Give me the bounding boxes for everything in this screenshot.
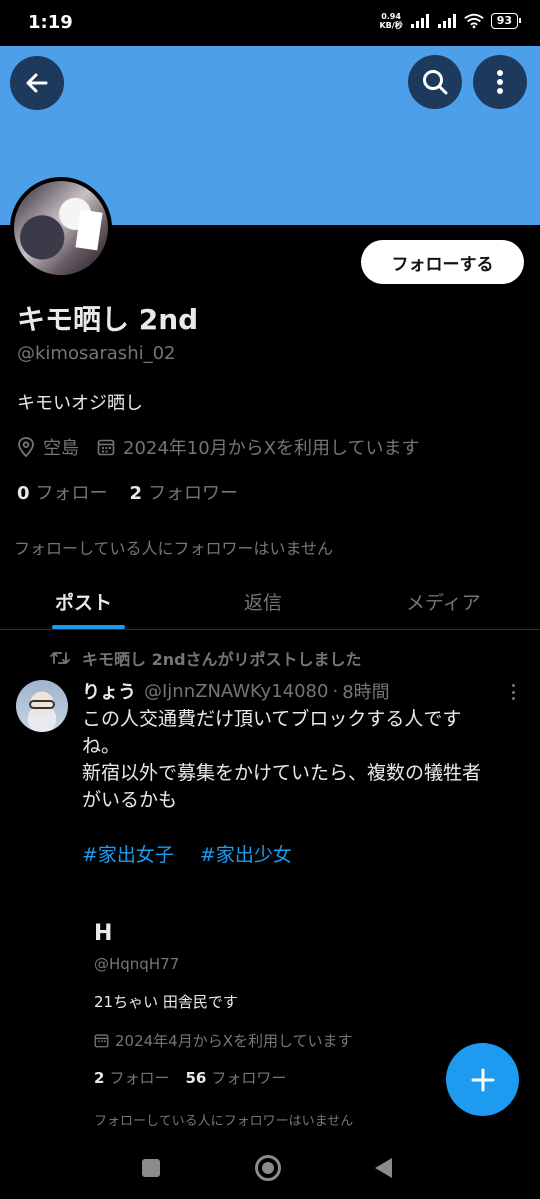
post-header: りょう @IjnnZNAWKy14080 · 8時間 xyxy=(82,678,390,704)
embedded-profile-bio: 21ちゃい 田舎民です xyxy=(94,993,238,1011)
system-nav-bar xyxy=(0,1140,540,1199)
compose-post-button[interactable] xyxy=(446,1043,519,1116)
net-speed: 0.94 KB/秒 xyxy=(379,12,402,30)
signal-icon xyxy=(410,14,429,28)
arrow-left-icon xyxy=(26,73,48,93)
calendar-icon xyxy=(94,1033,109,1048)
more-options-button[interactable] xyxy=(473,55,527,109)
no-mutual-followers-text: フォローしている人にフォロワーはいません xyxy=(14,539,334,558)
status-time: 1:19 xyxy=(28,12,73,33)
following-link[interactable]: 0 フォロー xyxy=(17,479,108,505)
status-icons: 0.94 KB/秒 93 xyxy=(379,12,522,30)
system-back-button[interactable] xyxy=(375,1158,392,1178)
post-author-name[interactable]: りょう xyxy=(82,678,136,704)
hashtag-link[interactable]: #家出少女 xyxy=(200,840,292,867)
tab-posts[interactable]: ポスト xyxy=(55,588,112,615)
search-icon xyxy=(423,70,448,95)
net-speed-unit: KB/秒 xyxy=(379,21,403,30)
home-button[interactable] xyxy=(255,1155,281,1181)
embedded-profile-joined: 2024年4月からXを利用しています xyxy=(115,1032,353,1050)
signal-icon-2 xyxy=(437,14,456,28)
following-label: フォロー xyxy=(35,483,108,504)
embedded-profile-handle: @HqnqH77 xyxy=(94,955,180,973)
profile-joined-date: 2024年10月からXを利用しています xyxy=(123,438,420,459)
follow-counts: 0 フォロー 2 フォロワー xyxy=(17,479,238,505)
post-more-icon[interactable] xyxy=(506,682,520,702)
plus-icon xyxy=(471,1068,494,1091)
active-tab-indicator xyxy=(52,625,125,629)
tab-replies[interactable]: 返信 xyxy=(244,588,282,615)
post-body-line: この人交通費だけ頂いてブロックする人です xyxy=(82,708,462,730)
post-body-line: 新宿以外で募集をかけていたら、複数の犠牲者 xyxy=(82,762,482,784)
battery-indicator: 93 xyxy=(490,13,522,29)
recent-apps-button[interactable] xyxy=(142,1159,160,1177)
embedded-followers-count: 56 xyxy=(185,1069,207,1087)
status-bar: 1:19 0.94 KB/秒 93 xyxy=(0,0,540,46)
profile-handle: @kimosarashi_02 xyxy=(17,343,176,364)
embedded-profile-meta: 2024年4月からXを利用しています xyxy=(94,1030,353,1051)
profile-meta: 空島 2024年10月からXを利用しています xyxy=(17,434,420,460)
post-author-avatar[interactable] xyxy=(16,680,68,732)
hashtag-link[interactable]: #家出女子 xyxy=(82,840,174,867)
profile-tabs: ポスト 返信 メディア xyxy=(0,572,540,630)
wifi-icon xyxy=(464,13,484,29)
embedded-following-label: フォロー xyxy=(109,1069,170,1087)
tab-media[interactable]: メディア xyxy=(406,588,481,615)
profile-display-name: キモ晒し 2nd xyxy=(17,303,199,336)
post-time: 8時間 xyxy=(342,682,390,703)
follow-button[interactable]: フォローする xyxy=(361,240,524,284)
more-vertical-icon xyxy=(497,70,503,94)
post-hashtags: #家出女子 #家出少女 xyxy=(82,840,292,867)
embedded-follow-counts: 2 フォロー 56 フォロワー xyxy=(94,1067,286,1088)
location-pin-icon xyxy=(17,437,35,457)
followers-count: 2 xyxy=(129,483,143,504)
avatar-glasses-graphic xyxy=(29,700,55,709)
embedded-following-count: 2 xyxy=(94,1069,105,1087)
post-body-line: ね。 xyxy=(82,735,121,757)
net-speed-value: 0.94 xyxy=(381,12,401,21)
profile-avatar[interactable] xyxy=(10,177,112,279)
profile-location: 空島 xyxy=(43,438,79,459)
back-button[interactable] xyxy=(10,56,64,110)
post-body-line: がいるかも xyxy=(82,789,178,811)
profile-bio: キモいオジ晒し xyxy=(17,393,143,414)
post-separator: · xyxy=(332,680,339,702)
calendar-icon xyxy=(97,438,115,456)
repost-text: キモ晒し 2ndさんがリポストしました xyxy=(82,650,362,669)
post-body: この人交通費だけ頂いてブロックする人です ね。 新宿以外で募集をかけていたら、複… xyxy=(82,706,527,814)
embedded-followers-label: フォロワー xyxy=(211,1069,287,1087)
search-button[interactable] xyxy=(408,55,462,109)
embedded-profile-name: H xyxy=(94,921,113,946)
repost-icon xyxy=(50,650,70,666)
followers-label: フォロワー xyxy=(148,483,239,504)
avatar-sticker-graphic xyxy=(75,209,103,251)
post-author-handle[interactable]: @IjnnZNAWKy14080 xyxy=(144,681,328,702)
followers-link[interactable]: 2 フォロワー xyxy=(130,479,239,505)
repost-indicator: キモ晒し 2ndさんがリポストしました xyxy=(50,646,362,670)
following-count: 0 xyxy=(17,483,30,504)
embedded-no-mutual-text: フォローしている人にフォロワーはいません xyxy=(94,1114,354,1129)
